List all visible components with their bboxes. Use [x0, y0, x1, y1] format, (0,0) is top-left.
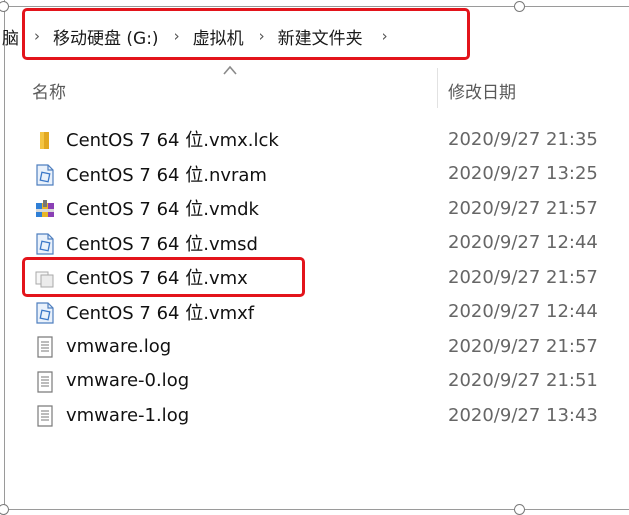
archive-icon — [36, 200, 54, 217]
file-row[interactable]: CentOS 7 64 位.nvram 2020/9/27 13:25 — [0, 157, 629, 192]
vmx-file-highlight-box — [22, 257, 305, 297]
file-name: CentOS 7 64 位.vmxf — [66, 302, 255, 324]
frame-bottom-line — [0, 509, 629, 510]
file-date: 2020/9/27 21:51 — [448, 370, 598, 392]
file-name: vmware.log — [66, 335, 172, 357]
file-name: vmware-0.log — [66, 370, 190, 392]
file-date: 2020/9/27 12:44 — [448, 232, 598, 254]
resize-handle-bottom-center[interactable] — [514, 504, 525, 515]
file-name: CentOS 7 64 位.nvram — [66, 164, 267, 186]
file-name: vmware-1.log — [66, 404, 190, 426]
file-name: CentOS 7 64 位.vmsd — [66, 233, 258, 255]
vmware-file-icon — [36, 232, 54, 255]
file-name: CentOS 7 64 位.vmdk — [66, 199, 259, 221]
file-row[interactable]: CentOS 7 64 位.vmxf 2020/9/27 12:44 — [0, 295, 629, 330]
vmware-file-icon — [36, 301, 54, 324]
frame-top-line — [0, 6, 629, 7]
folder-icon — [40, 132, 49, 149]
file-date: 2020/9/27 21:57 — [448, 197, 598, 219]
resize-handle-top-center[interactable] — [514, 1, 525, 12]
file-row[interactable]: CentOS 7 64 位.vmdk 2020/9/27 21:57 — [0, 191, 629, 226]
text-file-icon — [37, 336, 53, 358]
column-divider[interactable] — [437, 68, 438, 108]
file-date: 2020/9/27 21:57 — [448, 266, 598, 288]
resize-handle-bottom-left[interactable] — [0, 504, 9, 515]
file-date: 2020/9/27 13:43 — [448, 404, 598, 426]
file-row[interactable]: vmware-1.log 2020/9/27 13:43 — [0, 398, 629, 433]
file-date: 2020/9/27 13:25 — [448, 163, 598, 185]
file-date: 2020/9/27 21:35 — [448, 128, 598, 150]
file-row[interactable]: vmware.log 2020/9/27 21:57 — [0, 329, 629, 364]
resize-handle-top-left[interactable] — [0, 1, 9, 12]
file-row[interactable]: vmware-0.log 2020/9/27 21:51 — [0, 364, 629, 399]
vmware-file-icon — [36, 163, 54, 186]
column-header-name[interactable]: 名称 — [32, 78, 66, 103]
file-name: CentOS 7 64 位.vmx.lck — [66, 130, 279, 152]
file-row[interactable]: CentOS 7 64 位.vmx.lck 2020/9/27 21:35 — [0, 122, 629, 157]
text-file-icon — [37, 370, 53, 393]
breadcrumb-truncated-prefix[interactable]: 脑 — [2, 24, 19, 49]
breadcrumb-highlight-box — [22, 8, 470, 60]
text-file-icon — [37, 405, 53, 427]
column-header-date-modified[interactable]: 修改日期 — [448, 78, 516, 103]
file-date: 2020/9/27 12:44 — [448, 301, 598, 323]
file-row[interactable]: CentOS 7 64 位.vmsd 2020/9/27 12:44 — [0, 226, 629, 261]
file-date: 2020/9/27 21:57 — [448, 335, 598, 357]
sort-ascending-icon — [223, 65, 237, 75]
